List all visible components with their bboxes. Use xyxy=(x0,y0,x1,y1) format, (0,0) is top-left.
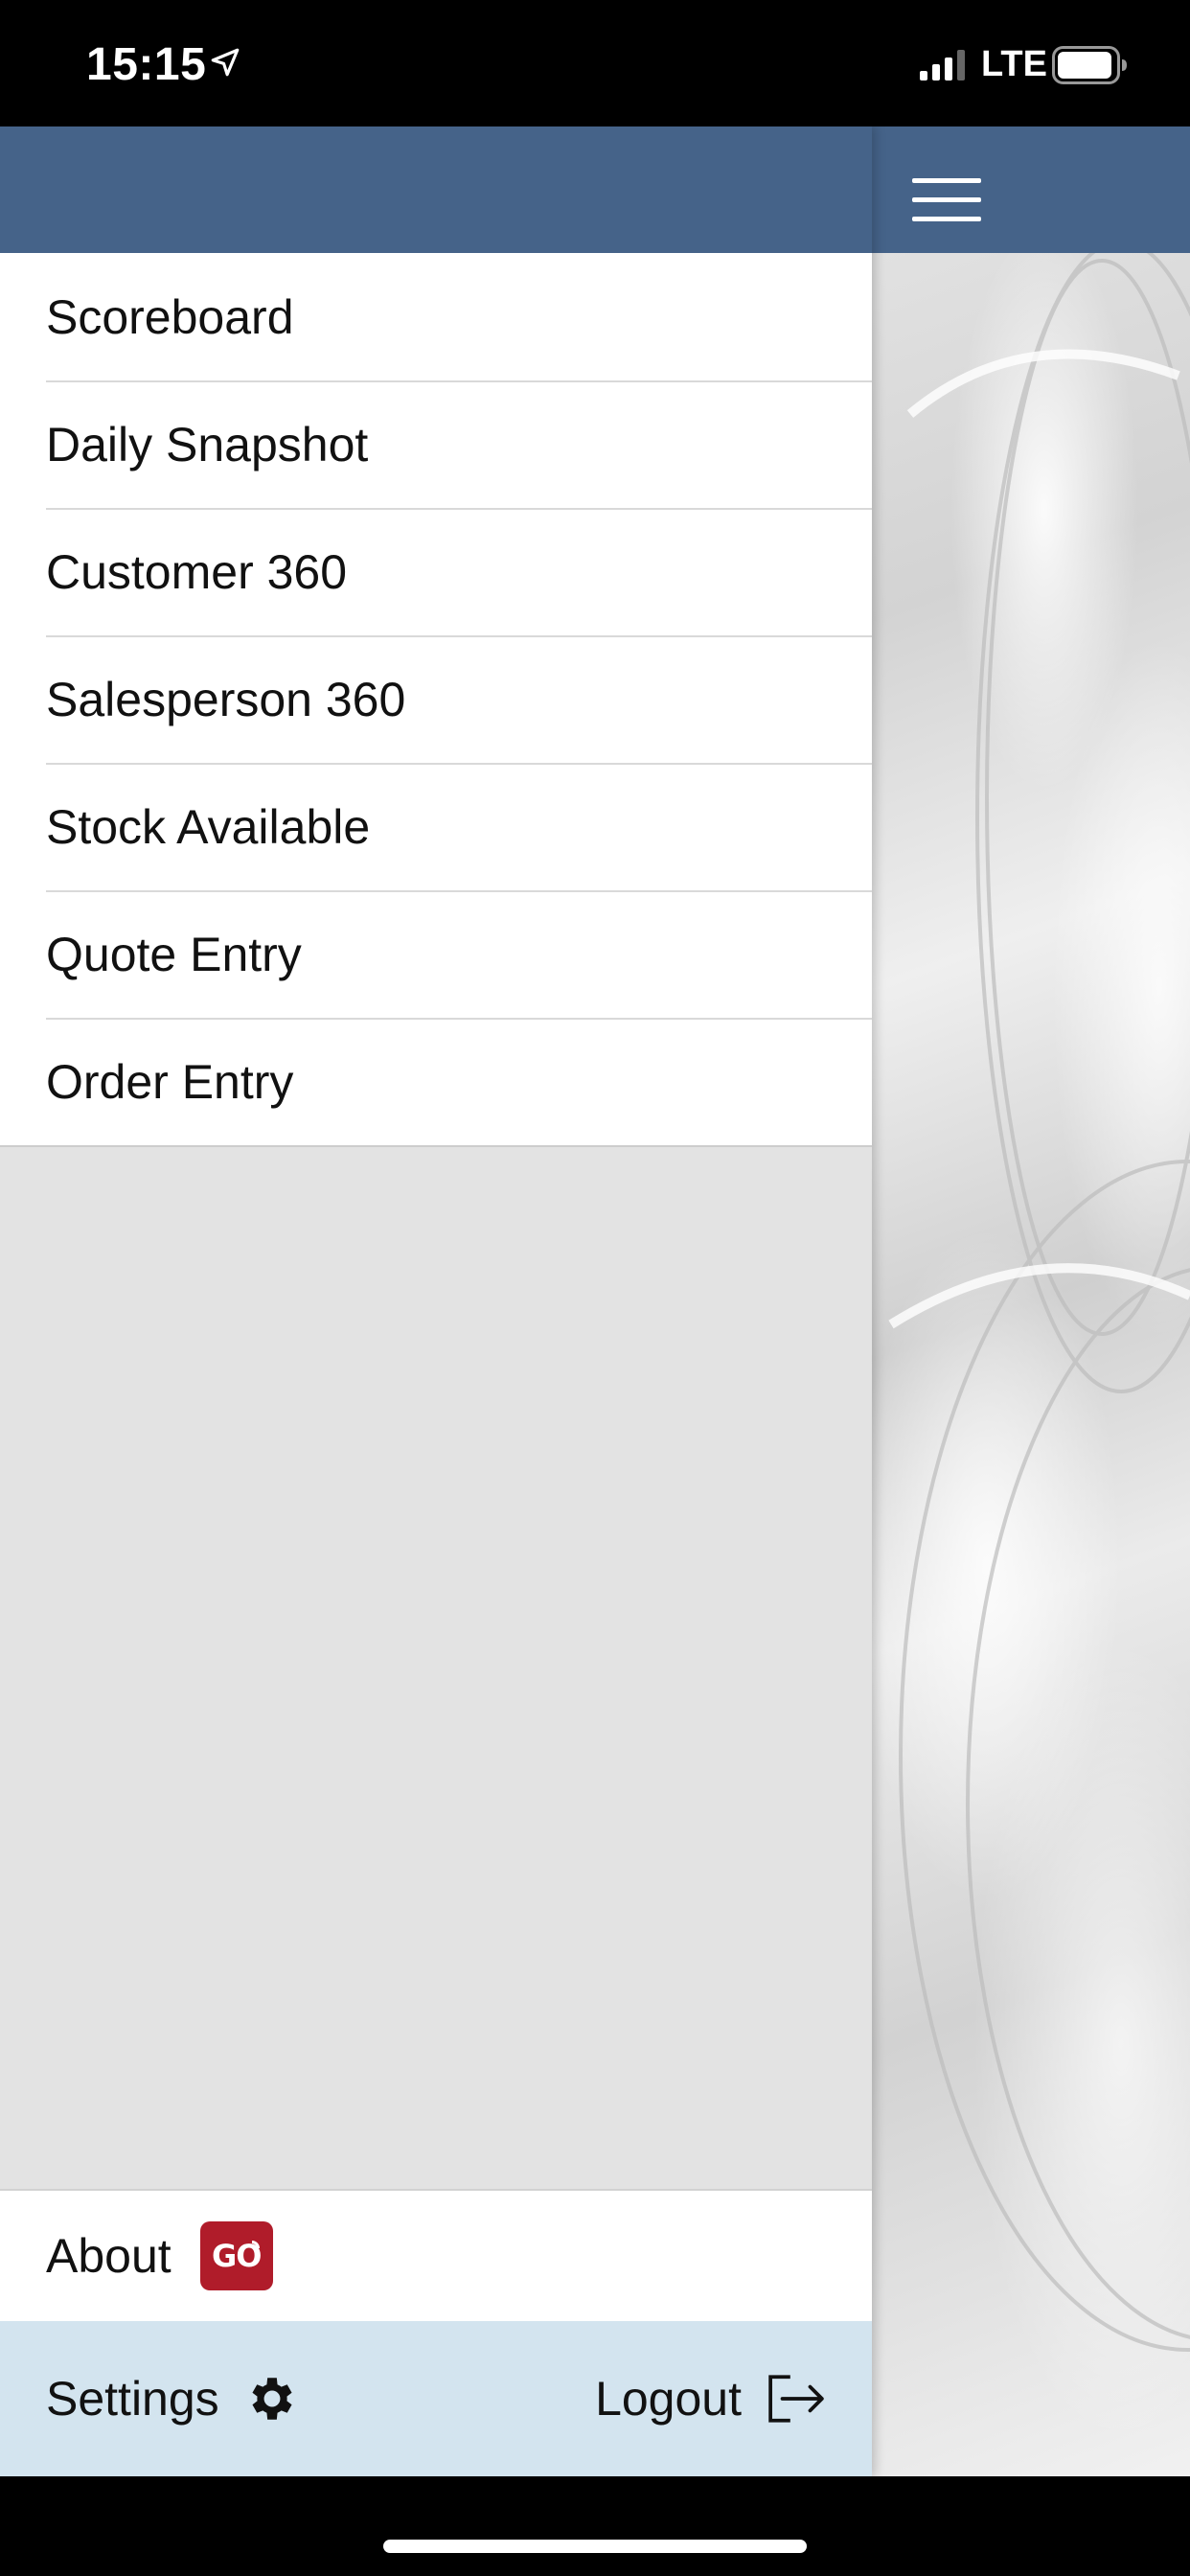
hamburger-menu-icon[interactable] xyxy=(912,178,981,222)
menu-item-scoreboard[interactable]: Scoreboard xyxy=(0,253,872,380)
drawer-footer: Settings Logout xyxy=(0,2321,872,2476)
menu-item-daily-snapshot[interactable]: Daily Snapshot xyxy=(0,380,872,508)
menu-item-quote-entry[interactable]: Quote Entry xyxy=(0,890,872,1018)
location-arrow-icon xyxy=(211,48,240,77)
gear-icon xyxy=(252,2378,292,2420)
menu-item-label: Quote Entry xyxy=(46,927,302,981)
menu-item-label: Order Entry xyxy=(46,1054,294,1109)
menu-item-salesperson-360[interactable]: Salesperson 360 xyxy=(0,635,872,763)
menu-item-customer-360[interactable]: Customer 360 xyxy=(0,508,872,635)
steel-coils-illustration xyxy=(888,240,1190,2352)
menu-item-order-entry[interactable]: Order Entry xyxy=(0,1018,872,1145)
menu-item-label: Customer 360 xyxy=(46,544,348,599)
menu-list: Scoreboard Daily Snapshot Customer 360 S… xyxy=(0,253,872,1147)
navigation-drawer: Scoreboard Daily Snapshot Customer 360 S… xyxy=(0,126,872,2476)
menu-item-label: Stock Available xyxy=(46,799,371,854)
status-time: 15:15 xyxy=(86,39,207,90)
home-bar xyxy=(0,2476,1190,2576)
menu-item-label: Daily Snapshot xyxy=(46,417,369,472)
app-screen: 15:15 LTE Scoreboard Daily Snapshot Cust… xyxy=(0,0,1190,2576)
about-item[interactable]: About GO xyxy=(0,2189,872,2321)
network-label: LTE xyxy=(981,44,1047,84)
background-image xyxy=(872,126,1190,2476)
menu-item-label: Salesperson 360 xyxy=(46,672,406,726)
drawer-header xyxy=(0,126,872,253)
about-label: About xyxy=(46,2229,172,2283)
battery-icon xyxy=(1052,46,1127,84)
settings-label: Settings xyxy=(46,2372,219,2426)
menu-item-label: Scoreboard xyxy=(46,289,294,344)
go-logo-icon: GO xyxy=(199,2221,273,2290)
menu-item-stock-available[interactable]: Stock Available xyxy=(0,763,872,890)
home-indicator[interactable] xyxy=(383,2540,807,2553)
logout-label: Logout xyxy=(595,2372,742,2426)
settings-button[interactable]: Settings xyxy=(46,2321,300,2476)
logout-button[interactable]: Logout xyxy=(595,2321,826,2476)
signal-icon xyxy=(920,50,965,80)
logout-icon xyxy=(768,2375,824,2423)
status-bar: 15:15 LTE xyxy=(0,0,1190,126)
